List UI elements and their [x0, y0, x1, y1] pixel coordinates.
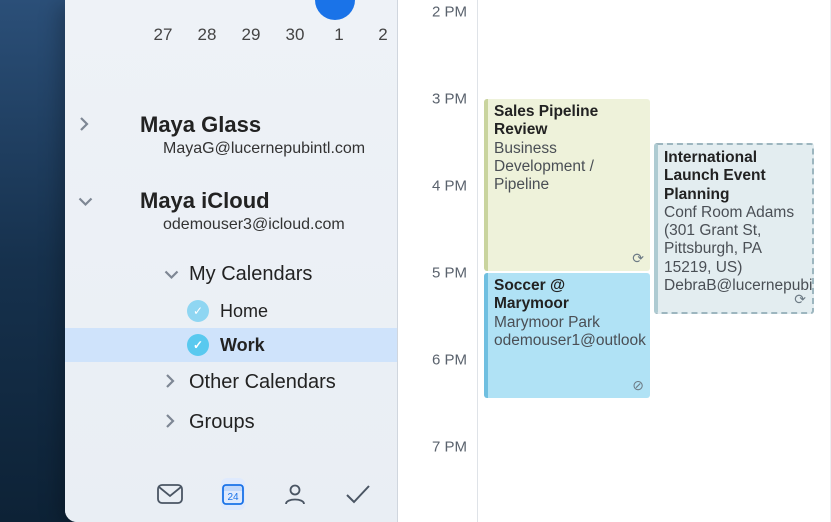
- blocked-icon: ⊘: [632, 377, 644, 394]
- calendar-groups: My Calendars ✓ Home ✓ Work Othe: [65, 254, 397, 442]
- hour-label: 4 PM: [432, 178, 467, 195]
- event-title: Sales Pipeline Review: [494, 103, 644, 140]
- checkbox-checked-icon[interactable]: ✓: [187, 334, 209, 356]
- section-label: Other Calendars: [189, 371, 336, 394]
- account-name: Maya Glass: [140, 112, 261, 138]
- sync-icon: ⟳: [794, 291, 806, 308]
- sync-icon: ⟳: [632, 250, 644, 267]
- chevron-down-icon: [76, 196, 93, 206]
- event-international-launch[interactable]: International Launch Event Planning Conf…: [654, 143, 814, 314]
- account-toggle[interactable]: Maya Glass: [65, 112, 397, 138]
- time-gutter: 2 PM 3 PM 4 PM 5 PM 6 PM 7 PM: [398, 0, 478, 522]
- chevron-right-icon: [79, 117, 89, 134]
- calendar-day-view: 2 PM 3 PM 4 PM 5 PM 6 PM 7 PM Sales Pipe…: [398, 0, 831, 522]
- hour-label: 6 PM: [432, 352, 467, 369]
- hour-label: 3 PM: [432, 91, 467, 108]
- account-name: Maya iCloud: [140, 188, 270, 214]
- account-toggle[interactable]: Maya iCloud: [65, 188, 397, 214]
- account-block: Maya iCloud odemouser3@icloud.com My Cal…: [65, 184, 397, 452]
- day-column[interactable]: Sales Pipeline Review Business Developme…: [484, 0, 831, 522]
- event-organizer: DebraB@lucernepubi: [664, 277, 806, 295]
- bottom-nav: 24: [65, 466, 397, 522]
- today-indicator-icon: [315, 0, 355, 20]
- account-email: odemouser3@icloud.com: [65, 216, 397, 234]
- account-list: Maya Glass MayaG@lucernepubintl.com Maya…: [65, 108, 397, 470]
- app-window: 27 28 29 30 1 2 3 Maya Glass MayaG@lucer…: [65, 0, 831, 522]
- event-soccer[interactable]: Soccer @ Marymoor Marymoor Park odemouse…: [484, 273, 650, 398]
- account-email: MayaG@lucernepubintl.com: [65, 140, 397, 158]
- checkbox-checked-icon[interactable]: ✓: [187, 300, 209, 322]
- people-icon[interactable]: [283, 478, 307, 510]
- section-label: Groups: [189, 411, 255, 434]
- mail-icon[interactable]: [157, 478, 183, 510]
- mini-cal-day[interactable]: 29: [229, 20, 273, 50]
- hour-label: 2 PM: [432, 4, 467, 21]
- section-label: My Calendars: [189, 263, 312, 286]
- mini-cal-day[interactable]: 27: [141, 20, 185, 50]
- calendar-item-label: Home: [220, 301, 268, 322]
- section-other-calendars[interactable]: Other Calendars: [65, 362, 397, 402]
- sidebar: 27 28 29 30 1 2 3 Maya Glass MayaG@lucer…: [65, 0, 398, 522]
- event-location: Marymoor Park: [494, 314, 644, 332]
- calendar-item-work[interactable]: ✓ Work: [65, 328, 397, 362]
- mini-cal-day[interactable]: 30: [273, 20, 317, 50]
- mini-cal-day[interactable]: 1: [317, 20, 361, 50]
- event-title: Soccer @ Marymoor: [494, 277, 644, 314]
- event-subtitle: Business Development / Pipeline: [494, 140, 644, 195]
- chevron-right-icon: [165, 414, 175, 431]
- event-sales-pipeline[interactable]: Sales Pipeline Review Business Developme…: [484, 99, 650, 271]
- event-location: Conf Room Adams (301 Grant St, Pittsburg…: [664, 204, 806, 277]
- mini-cal-day[interactable]: 28: [185, 20, 229, 50]
- chevron-down-icon: [162, 269, 179, 279]
- calendar-item-label: Work: [220, 335, 265, 356]
- event-organizer: odemouser1@outlook: [494, 332, 644, 350]
- section-groups[interactable]: Groups: [65, 402, 397, 442]
- chevron-right-icon: [165, 374, 175, 391]
- calendar-item-home[interactable]: ✓ Home: [65, 294, 397, 328]
- todo-icon[interactable]: [345, 478, 371, 510]
- section-my-calendars[interactable]: My Calendars: [65, 254, 397, 294]
- hour-label: 5 PM: [432, 265, 467, 282]
- account-block: Maya Glass MayaG@lucernepubintl.com: [65, 108, 397, 168]
- event-title: International Launch Event Planning: [664, 149, 806, 204]
- hour-label: 7 PM: [432, 439, 467, 456]
- calendar-icon[interactable]: 24: [221, 478, 245, 510]
- svg-text:24: 24: [227, 492, 239, 503]
